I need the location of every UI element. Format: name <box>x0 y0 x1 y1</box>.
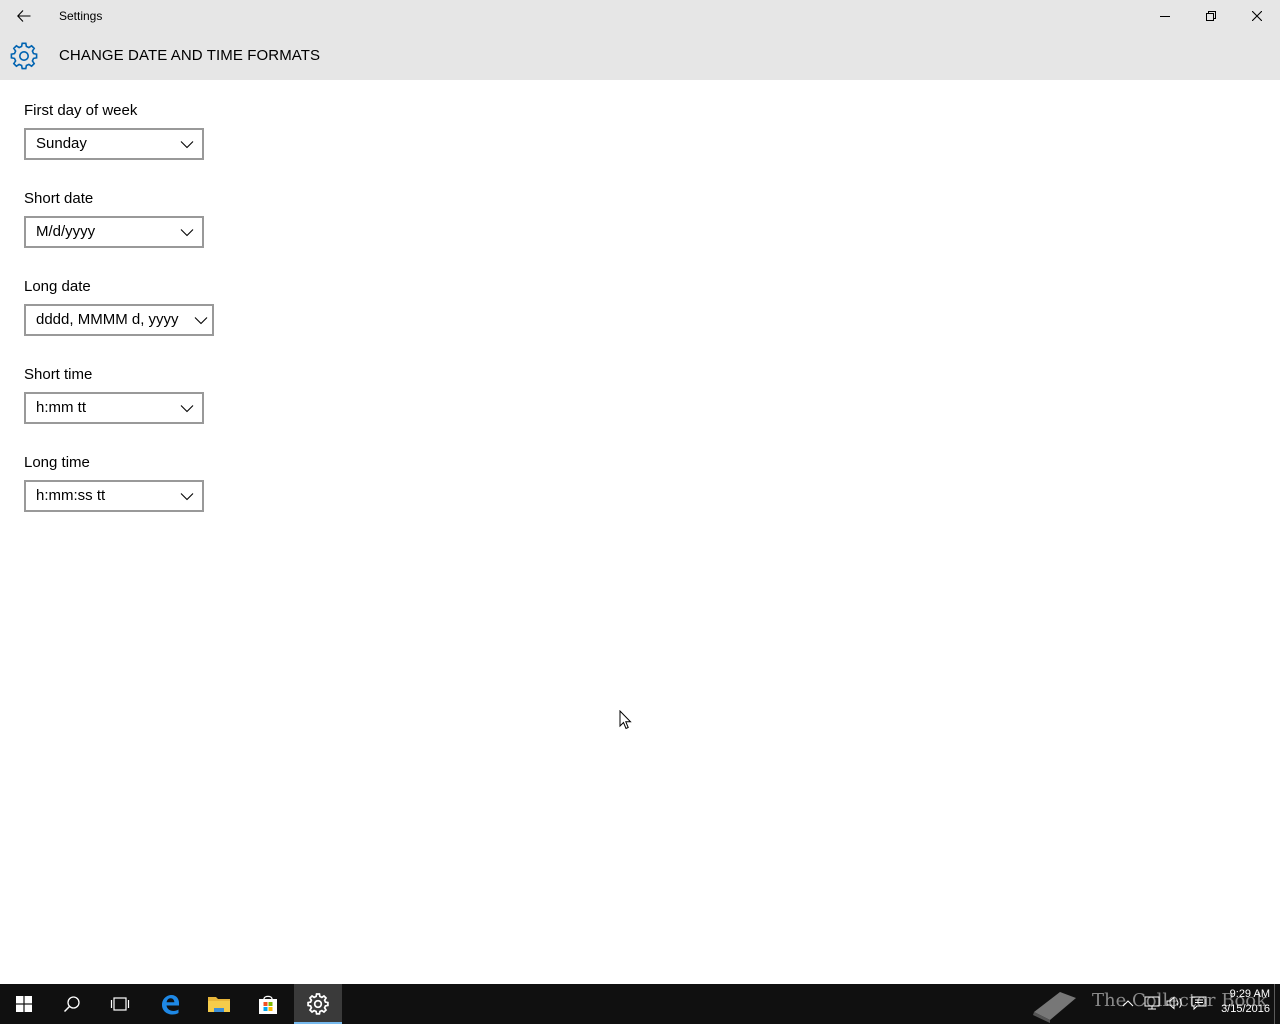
search-icon <box>63 996 80 1013</box>
short-date-label: Short date <box>24 190 94 207</box>
settings-window: Settings CHANGE DATE AND TIME FORMATS Fi… <box>0 0 1280 984</box>
short-date-dropdown[interactable]: M/d/yyyy <box>24 216 204 248</box>
dropdown-value: dddd, MMMM d, yyyy <box>36 311 179 328</box>
clock-time: 9:29 AM <box>1229 988 1270 1000</box>
chevron-down-icon <box>194 317 208 325</box>
long-time-label: Long time <box>24 454 90 471</box>
clock[interactable]: 9:29 AM 3/15/2016 <box>1206 987 1270 1017</box>
search-button[interactable] <box>48 984 96 1024</box>
store-button[interactable] <box>244 984 292 1024</box>
chevron-down-icon <box>180 493 194 501</box>
book-icon <box>1033 992 1076 1023</box>
close-button[interactable] <box>1234 0 1280 32</box>
volume-button[interactable] <box>1164 992 1186 1014</box>
long-date-dropdown[interactable]: dddd, MMMM d, yyyy <box>24 304 214 336</box>
chevron-down-icon <box>180 405 194 413</box>
task-view-icon <box>110 997 130 1011</box>
volume-icon <box>1166 996 1182 1010</box>
short-time-dropdown[interactable]: h:mm tt <box>24 392 204 424</box>
task-view-button[interactable] <box>96 984 144 1024</box>
window-title: Settings <box>59 9 103 23</box>
show-hidden-icons-button[interactable] <box>1117 992 1139 1014</box>
store-icon <box>259 995 277 1014</box>
gear-icon <box>10 42 38 70</box>
long-time-dropdown[interactable]: h:mm:ss tt <box>24 480 204 512</box>
page-header: CHANGE DATE AND TIME FORMATS <box>0 32 1280 80</box>
back-arrow-icon <box>17 10 31 22</box>
network-icon <box>1144 996 1160 1010</box>
chevron-down-icon <box>180 141 194 149</box>
first-day-of-week-dropdown[interactable]: Sunday <box>24 128 204 160</box>
close-icon <box>1252 11 1262 21</box>
dropdown-value: M/d/yyyy <box>36 223 96 240</box>
dropdown-value: Sunday <box>36 135 87 152</box>
chevron-up-icon <box>1122 1000 1134 1007</box>
minimize-icon <box>1160 16 1170 17</box>
short-time-label: Short time <box>24 366 93 383</box>
network-button[interactable] <box>1141 992 1163 1014</box>
first-day-of-week-label: First day of week <box>24 102 138 119</box>
chevron-down-icon <box>180 229 194 237</box>
edge-button[interactable] <box>146 984 194 1024</box>
restore-button[interactable] <box>1188 0 1234 32</box>
start-button[interactable] <box>0 984 48 1024</box>
page-title: CHANGE DATE AND TIME FORMATS <box>59 47 321 64</box>
settings-icon <box>307 993 329 1015</box>
settings-taskbar-button[interactable] <box>294 984 342 1024</box>
file-explorer-button[interactable] <box>195 984 243 1024</box>
title-bar: Settings <box>0 0 1280 32</box>
back-button[interactable] <box>0 0 48 32</box>
minimize-button[interactable] <box>1142 0 1188 32</box>
restore-icon <box>1206 11 1216 21</box>
notification-icon <box>1191 996 1207 1010</box>
dropdown-value: h:mm:ss tt <box>36 487 106 504</box>
file-explorer-icon <box>208 997 230 1012</box>
clock-date: 3/15/2016 <box>1221 1003 1270 1015</box>
mouse-cursor-icon <box>619 710 632 730</box>
windows-start-icon <box>16 996 32 1012</box>
dropdown-value: h:mm tt <box>36 399 87 416</box>
long-date-label: Long date <box>24 278 91 295</box>
edge-icon <box>162 995 179 1015</box>
show-desktop-button[interactable] <box>1274 984 1275 1024</box>
